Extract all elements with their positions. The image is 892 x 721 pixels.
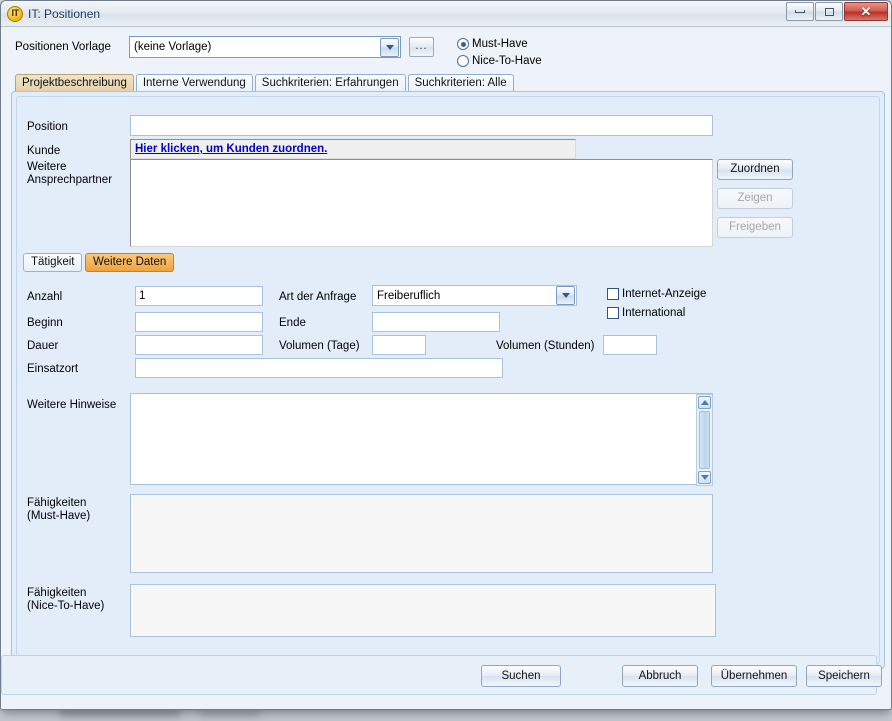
beginn-input[interactable] [135, 312, 263, 332]
art-der-anfrage-combo[interactable]: Freiberuflich [372, 285, 577, 306]
volumen-tage-label: Volumen (Tage) [279, 340, 360, 352]
checkbox-international[interactable]: International [607, 307, 685, 319]
einsatzort-input[interactable] [135, 358, 503, 378]
scroll-up-icon[interactable] [698, 396, 711, 409]
main-panel: Position Kunde Hier klicken, um Kunden z… [11, 91, 885, 669]
ende-input[interactable] [372, 312, 500, 332]
ansprechpartner-label-line2: Ansprechpartner [27, 174, 113, 186]
close-icon: ✕ [860, 4, 872, 19]
minimize-icon [795, 10, 805, 13]
tab-projektbeschreibung[interactable]: Projektbeschreibung [15, 74, 134, 91]
faehigkeiten-must-have-label-line1: Fähigkeiten [27, 497, 87, 509]
main-panel-inner: Position Kunde Hier klicken, um Kunden z… [16, 96, 880, 664]
maximize-icon [824, 7, 834, 16]
template-combo[interactable]: (keine Vorlage) [129, 36, 401, 58]
volumen-tage-input[interactable] [372, 335, 426, 355]
dauer-input[interactable] [135, 335, 263, 355]
anzahl-label: Anzahl [27, 291, 63, 303]
template-label: Positionen Vorlage [15, 41, 111, 53]
inner-tab-weitere-daten[interactable]: Weitere Daten [85, 253, 175, 272]
close-button[interactable]: ✕ [844, 2, 888, 21]
app-icon-label: IT [11, 8, 20, 18]
kunde-label: Kunde [27, 145, 61, 157]
weitere-hinweise-textarea[interactable] [130, 393, 713, 485]
inner-tab-taetigkeit[interactable]: Tätigkeit [23, 253, 83, 272]
chevron-down-icon[interactable] [380, 37, 399, 57]
art-der-anfrage-label: Art der Anfrage [279, 291, 357, 303]
checkbox-internet-anzeige-label: Internet-Anzeige [622, 288, 707, 300]
tab-suchkriterien-erfahrungen[interactable]: Suchkriterien: Erfahrungen [254, 74, 406, 91]
einsatzort-label: Einsatzort [27, 363, 79, 375]
radio-must-have-indicator [457, 38, 469, 50]
art-der-anfrage-value: Freiberuflich [377, 289, 441, 302]
ansprechpartner-label-line1: Weitere [27, 161, 67, 173]
scroll-down-icon[interactable] [698, 471, 711, 484]
title-bar[interactable]: IT IT: Positionen ✕ [1, 1, 891, 27]
checkbox-international-label: International [622, 307, 686, 319]
zeigen-button: Zeigen [717, 188, 793, 209]
anzahl-input[interactable] [135, 286, 263, 306]
radio-must-have-label: Must-Have [472, 38, 528, 50]
volumen-stunden-input[interactable] [603, 335, 657, 355]
zuordnen-button[interactable]: Zuordnen [717, 159, 793, 180]
checkbox-internet-anzeige[interactable]: Internet-Anzeige [607, 288, 706, 300]
minimize-button[interactable] [786, 2, 814, 21]
dauer-label: Dauer [27, 340, 59, 352]
faehigkeiten-must-have-textarea[interactable] [130, 494, 713, 573]
radio-nice-to-have-indicator [457, 55, 469, 67]
kunde-assign-link[interactable]: Hier klicken, um Kunden zuordnen. [135, 143, 327, 155]
tab-interne-verwendung[interactable]: Interne Verwendung [135, 74, 253, 91]
volumen-stunden-label: Volumen (Stunden) [496, 340, 595, 352]
button-bar: Suchen Abbruch Übernehmen Speichern [1, 655, 882, 695]
suchen-button[interactable]: Suchen [481, 665, 561, 687]
faehigkeiten-nice-label-line1: Fähigkeiten [27, 587, 87, 599]
freigeben-button: Freigeben [717, 217, 793, 238]
position-input[interactable] [130, 115, 713, 136]
radio-nice-to-have[interactable]: Nice-To-Have [457, 53, 542, 69]
window-controls: ✕ [785, 2, 888, 21]
faehigkeiten-must-have-label-line2: (Must-Have) [27, 510, 91, 522]
tab-strip: Projektbeschreibung Interne Verwendung S… [15, 73, 885, 91]
checkbox-internet-anzeige-box [607, 288, 619, 300]
application-window: IT IT: Positionen ✕ Positionen Vorlage (… [0, 0, 892, 710]
abbruch-button[interactable]: Abbruch [622, 665, 698, 687]
tab-suchkriterien-alle[interactable]: Suchkriterien: Alle [407, 74, 514, 91]
weitere-hinweise-label: Weitere Hinweise [27, 399, 117, 411]
window-title: IT: Positionen [28, 6, 101, 21]
template-browse-button[interactable]: ... [409, 37, 434, 57]
faehigkeiten-nice-label-line2: (Nice-To-Have) [27, 600, 105, 612]
radio-nice-to-have-label: Nice-To-Have [472, 55, 542, 67]
ende-label: Ende [279, 317, 306, 329]
app-icon-it: IT [7, 5, 23, 22]
have-type-radio-group: Must-Have Nice-To-Have [457, 36, 542, 70]
template-row: Positionen Vorlage (keine Vorlage) ... M… [9, 33, 885, 73]
radio-must-have[interactable]: Must-Have [457, 36, 542, 52]
hinweise-scrollbar[interactable] [696, 394, 713, 486]
client-area: Positionen Vorlage (keine Vorlage) ... M… [1, 27, 891, 709]
position-label: Position [27, 121, 68, 133]
uebernehmen-button[interactable]: Übernehmen [711, 665, 797, 687]
maximize-button[interactable] [815, 2, 843, 21]
speichern-button[interactable]: Speichern [806, 665, 882, 687]
chevron-down-icon[interactable] [556, 286, 575, 305]
checkbox-international-box [607, 307, 619, 319]
template-combo-value: (keine Vorlage) [134, 41, 212, 53]
scrollbar-thumb[interactable] [699, 411, 710, 469]
ansprechpartner-textarea[interactable] [130, 159, 713, 247]
faehigkeiten-nice-textarea[interactable] [130, 584, 716, 637]
beginn-label: Beginn [27, 317, 63, 329]
kunde-assign-field[interactable]: Hier klicken, um Kunden zuordnen. [130, 139, 576, 159]
